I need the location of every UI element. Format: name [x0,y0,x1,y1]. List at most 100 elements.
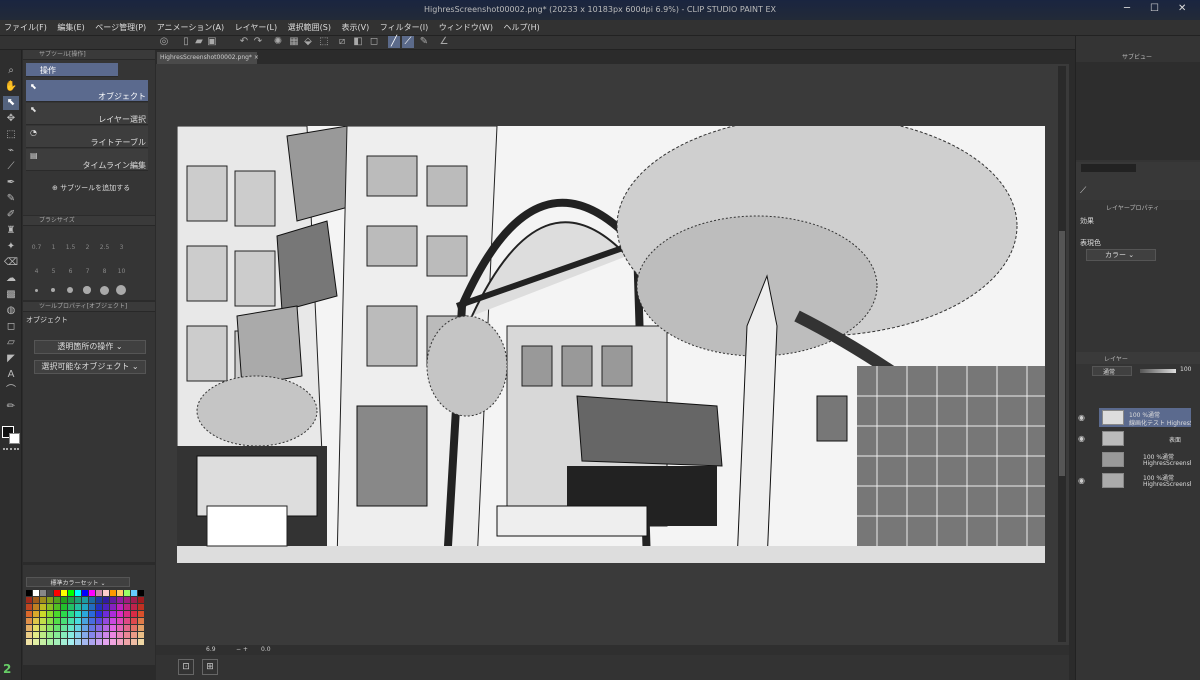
ruler-tool-icon[interactable]: ◤ [3,352,19,366]
text-tool-icon[interactable]: A [3,368,19,382]
color-swatch[interactable] [103,611,109,617]
color-swatch[interactable] [138,639,144,645]
color-swatch[interactable] [131,611,137,617]
color-swatch[interactable] [82,611,88,617]
clip-studio-icon[interactable]: ◎ [158,36,170,48]
color-swatch[interactable] [68,611,74,617]
opacity-slider[interactable] [1140,369,1176,373]
eraser-tool-icon[interactable]: ⌫ [3,256,19,270]
layer-row-4[interactable]: 100 %通常 HighresScreensh [1099,471,1191,490]
brush-size-option[interactable]: 4 [30,268,43,275]
color-swatch[interactable] [89,618,95,624]
color-swatch[interactable] [47,604,53,610]
color-swatch[interactable] [103,604,109,610]
color-swatch[interactable] [26,639,32,645]
color-swatch[interactable] [54,597,60,603]
hand-tool-icon[interactable]: ✋ [3,80,19,94]
color-swatch[interactable] [117,611,123,617]
color-swatch[interactable] [124,604,130,610]
open-file-icon[interactable]: ▰ [193,36,205,48]
subtool-layer-select[interactable]: ⬉ レイヤー選択 [26,103,148,125]
snap-grid-icon[interactable]: ✎ [418,36,430,48]
color-swatch[interactable] [33,597,39,603]
maximize-icon[interactable]: ☐ [1150,3,1159,14]
color-swatch[interactable] [33,611,39,617]
color-swatch[interactable] [138,597,144,603]
color-swatch[interactable] [96,618,102,624]
menu-window[interactable]: ウィンドウ(W) [435,20,497,35]
color-swatch[interactable] [110,590,116,596]
color-swatch[interactable] [138,604,144,610]
brush-size-option[interactable]: 8 [98,268,111,275]
color-swatch[interactable] [96,611,102,617]
navigator-icon[interactable]: ⊡ [178,659,194,675]
color-swatch[interactable] [138,590,144,596]
color-swatch[interactable] [26,632,32,638]
color-swatch[interactable] [40,611,46,617]
color-swatch[interactable] [82,604,88,610]
color-swatch[interactable] [54,625,60,631]
brush-size-option[interactable]: 7 [81,268,94,275]
brush-size-option[interactable]: 2.5 [98,244,111,251]
layer-row-1[interactable]: 100 %通常 線画化テスト HighresScr [1099,408,1191,427]
color-swatch[interactable] [103,618,109,624]
color-swatch[interactable] [26,590,32,596]
color-swatch[interactable] [75,639,81,645]
color-swatch[interactable] [103,597,109,603]
color-swatch[interactable] [26,604,32,610]
brush-tool-icon[interactable]: ✐ [3,208,19,222]
subtool-object[interactable]: ⬉ オブジェクト [26,80,148,102]
color-swatch[interactable] [117,639,123,645]
operation-tool-icon[interactable]: ⬉ [3,96,19,110]
layer-tab[interactable]: レイヤー [1104,354,1128,363]
color-swatch[interactable] [61,625,67,631]
color-swatch[interactable] [138,625,144,631]
new-file-icon[interactable]: ▯ [180,36,192,48]
color-swatch[interactable] [117,625,123,631]
color-swatch[interactable] [131,597,137,603]
color-swatch[interactable] [40,625,46,631]
color-swatch[interactable] [124,625,130,631]
color-swatch[interactable] [47,590,53,596]
color-swatch[interactable] [103,632,109,638]
color-swatch[interactable] [26,597,32,603]
menu-file[interactable]: ファイル(F) [0,20,51,35]
color-swatch[interactable] [117,604,123,610]
deselect-icon[interactable]: ⧄ [336,36,348,48]
color-swatch[interactable] [82,632,88,638]
color-swatch[interactable] [131,639,137,645]
document-tab[interactable]: HighresScreenshot00002.png* × [157,52,259,64]
color-swatch[interactable] [33,625,39,631]
color-swatch[interactable] [124,597,130,603]
color-swatch[interactable] [75,632,81,638]
subtool-group-operation[interactable]: 操作 [26,63,118,77]
undo-icon[interactable]: ↶ [238,36,250,48]
transparent-color-icon[interactable] [3,448,19,452]
pen-tool-icon[interactable]: ✒ [3,176,19,190]
snap-special-ruler-icon[interactable]: ⟋ [402,36,414,48]
color-swatch[interactable] [61,639,67,645]
color-swatch[interactable] [103,625,109,631]
color-swatch[interactable] [96,597,102,603]
color-swatch[interactable] [124,590,130,596]
color-swatch[interactable] [89,611,95,617]
expression-color-dropdown[interactable]: カラー ⌄ [1086,249,1156,261]
color-swatch[interactable] [54,632,60,638]
color-swatch[interactable] [54,618,60,624]
color-swatch[interactable] [61,632,67,638]
color-swatch[interactable] [47,597,53,603]
eye-icon[interactable]: ◉ [1078,413,1085,422]
snap-ruler-icon[interactable]: ╱ [388,36,400,48]
color-swatch[interactable] [40,618,46,624]
color-swatch[interactable] [131,590,137,596]
zoom-value[interactable]: 6.9 [206,646,216,653]
subtool-timeline-edit[interactable]: ▤ タイムライン編集 [26,149,148,171]
subview-tab[interactable]: サブビュー [1122,52,1152,61]
color-swatch[interactable] [33,632,39,638]
color-swatch[interactable] [47,618,53,624]
color-swatch[interactable] [110,618,116,624]
color-swatch[interactable] [131,625,137,631]
color-swatch[interactable] [61,618,67,624]
color-swatch[interactable] [124,639,130,645]
color-swatch[interactable] [75,625,81,631]
